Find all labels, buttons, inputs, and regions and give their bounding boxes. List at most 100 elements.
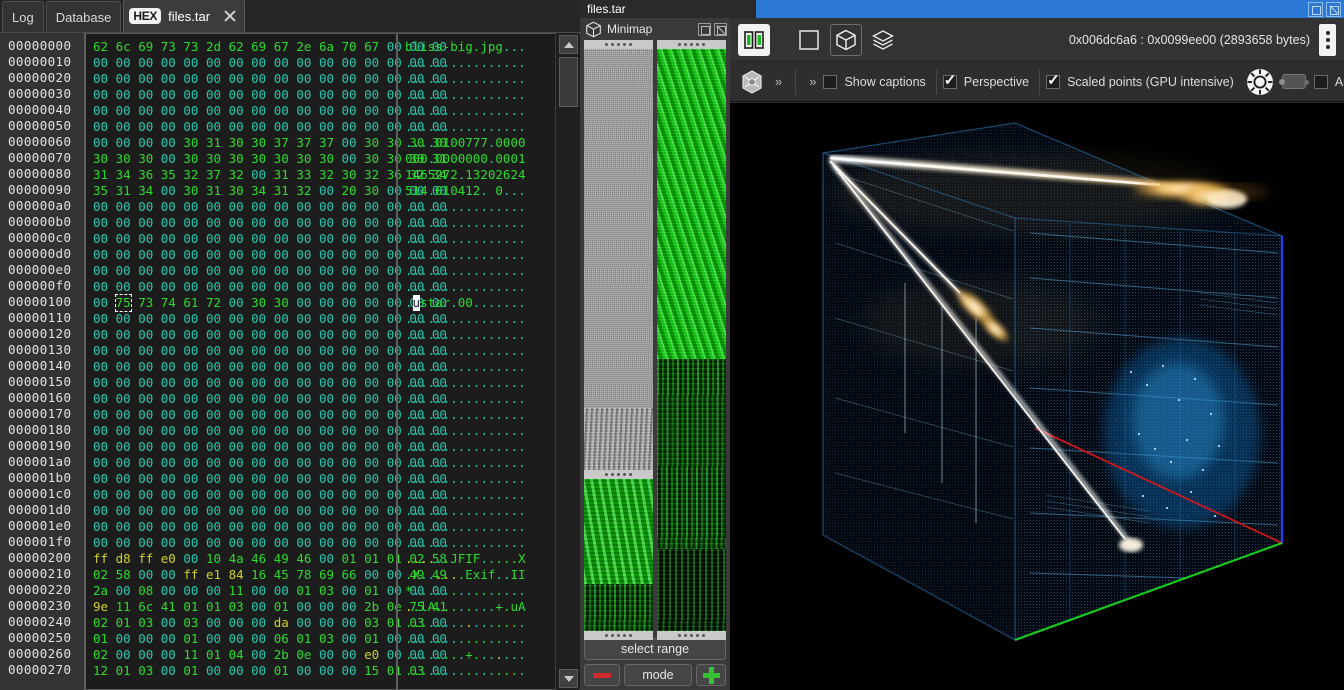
ascii-char[interactable]: J (450, 551, 458, 567)
hex-byte[interactable]: 31 (206, 183, 221, 199)
hex-byte[interactable]: 00 (319, 407, 334, 423)
hex-byte[interactable]: 00 (319, 119, 334, 135)
ascii-char[interactable]: . (473, 407, 481, 423)
hex-byte[interactable]: 00 (229, 327, 244, 343)
ascii-char[interactable]: . (480, 599, 488, 615)
hex-byte[interactable]: 00 (183, 247, 198, 263)
ascii-char[interactable]: . (488, 647, 496, 663)
ascii-char[interactable]: . (405, 199, 413, 215)
ascii-char[interactable]: . (443, 343, 451, 359)
ascii-char[interactable]: . (428, 119, 436, 135)
hex-byte[interactable]: 00 (229, 247, 244, 263)
hex-byte[interactable]: 00 (319, 55, 334, 71)
ascii-char[interactable]: . (413, 663, 421, 679)
ascii-char[interactable]: . (495, 407, 503, 423)
ascii-char[interactable]: . (405, 375, 413, 391)
hex-byte[interactable]: 00 (183, 487, 198, 503)
ascii-char[interactable]: . (473, 599, 481, 615)
ascii-char[interactable]: . (465, 375, 473, 391)
ascii-char[interactable]: . (488, 663, 496, 679)
ascii-char[interactable]: . (495, 439, 503, 455)
ascii-char[interactable]: . (510, 263, 518, 279)
hex-byte[interactable]: 00 (229, 535, 244, 551)
hex-row-ascii[interactable]: ................ (405, 487, 550, 503)
hex-byte[interactable]: 00 (229, 359, 244, 375)
hex-byte[interactable]: 31 (206, 135, 221, 151)
hex-byte[interactable]: 00 (274, 407, 289, 423)
hex-byte[interactable]: 00 (364, 567, 379, 583)
minimap-handle-bottom-2[interactable] (657, 631, 726, 640)
hex-byte[interactable]: 30 (364, 135, 379, 151)
hex-row-ascii[interactable]: ................ (405, 199, 550, 215)
ascii-char[interactable]: 3 (473, 167, 481, 183)
hex-byte[interactable]: 00 (229, 471, 244, 487)
ascii-char[interactable]: 2 (510, 167, 518, 183)
hex-byte[interactable]: 00 (206, 71, 221, 87)
ascii-char[interactable]: . (480, 391, 488, 407)
ascii-char[interactable]: . (428, 87, 436, 103)
hex-byte[interactable]: 00 (161, 135, 176, 151)
ascii-char[interactable]: . (473, 375, 481, 391)
ascii-char[interactable]: . (450, 263, 458, 279)
ascii-char[interactable]: . (413, 55, 421, 71)
ascii-char[interactable]: g (465, 39, 473, 55)
hex-byte[interactable]: 00 (364, 71, 379, 87)
ascii-char[interactable]: . (518, 263, 526, 279)
ascii-char[interactable]: . (405, 279, 413, 295)
ascii-char[interactable]: I (518, 567, 526, 583)
ascii-char[interactable]: . (495, 567, 503, 583)
ascii-char[interactable]: 0 (495, 151, 503, 167)
ascii-char[interactable]: t (428, 295, 436, 311)
hex-byte[interactable]: 00 (364, 263, 379, 279)
more-options-icon[interactable] (1319, 23, 1336, 56)
hex-byte[interactable]: 00 (364, 295, 379, 311)
hex-byte[interactable]: 69 (319, 567, 334, 583)
ascii-char[interactable]: . (518, 487, 526, 503)
ascii-char[interactable]: . (428, 199, 436, 215)
hex-row-ascii[interactable]: ..lA........+.uA (405, 599, 550, 615)
ascii-char[interactable]: 1 (413, 183, 421, 199)
ascii-char[interactable]: 0 (465, 295, 473, 311)
ascii-char[interactable]: f (488, 567, 496, 583)
ascii-char[interactable]: . (435, 263, 443, 279)
hex-byte[interactable]: 00 (206, 87, 221, 103)
ascii-char[interactable]: . (443, 71, 451, 87)
ascii-char[interactable]: . (420, 663, 428, 679)
ascii-char[interactable]: . (413, 231, 421, 247)
hex-byte[interactable]: 00 (116, 455, 131, 471)
hex-byte[interactable]: 00 (229, 455, 244, 471)
hex-byte[interactable]: 30 (251, 295, 266, 311)
hex-byte[interactable]: 00 (183, 343, 198, 359)
ascii-char[interactable]: 5 (405, 183, 413, 199)
hex-byte[interactable]: 00 (161, 279, 176, 295)
ascii-char[interactable]: . (458, 119, 466, 135)
ascii-char[interactable]: . (473, 663, 481, 679)
hex-byte[interactable]: 00 (319, 503, 334, 519)
ascii-char[interactable]: . (458, 423, 466, 439)
ascii-char[interactable]: . (405, 519, 413, 535)
shape-mode-icon[interactable] (736, 66, 768, 98)
ascii-char[interactable]: . (428, 343, 436, 359)
hex-byte[interactable]: 00 (319, 295, 334, 311)
ascii-char[interactable]: . (443, 519, 451, 535)
hex-byte[interactable]: 72 (206, 295, 221, 311)
ascii-char[interactable]: . (405, 231, 413, 247)
ascii-char[interactable]: . (473, 359, 481, 375)
hex-byte[interactable]: 00 (93, 199, 108, 215)
hex-byte[interactable]: 00 (93, 455, 108, 471)
hex-byte[interactable]: 00 (116, 263, 131, 279)
hex-byte[interactable]: ff (138, 551, 153, 567)
scaled-points-check-icon[interactable] (1046, 72, 1061, 89)
hex-row-bytes[interactable]: 00 00 00 00 00 00 00 00 00 00 00 00 00 0… (93, 71, 447, 87)
hex-byte[interactable]: 74 (161, 295, 176, 311)
close-icon[interactable] (222, 8, 238, 24)
ascii-char[interactable]: . (480, 519, 488, 535)
hex-byte[interactable]: 00 (296, 423, 311, 439)
ascii-char[interactable]: . (488, 455, 496, 471)
hex-byte[interactable]: 01 (274, 663, 289, 679)
hex-row-ascii[interactable]: .X......Exif..II (405, 567, 550, 583)
ascii-char[interactable]: . (480, 263, 488, 279)
ascii-char[interactable]: . (413, 487, 421, 503)
hex-row-bytes[interactable]: 00 00 00 00 00 00 00 00 00 00 00 00 00 0… (93, 391, 447, 407)
hex-byte[interactable]: 00 (206, 199, 221, 215)
